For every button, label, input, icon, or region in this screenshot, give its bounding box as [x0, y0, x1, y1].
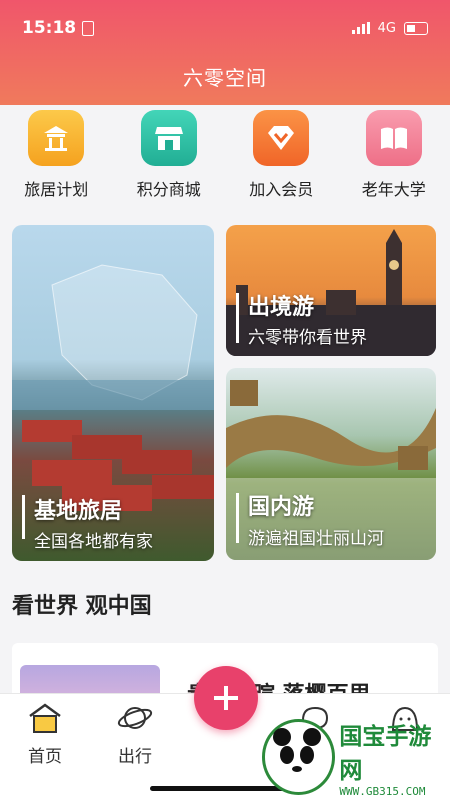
menu-label: 旅居计划: [24, 180, 89, 199]
signal-icon: [351, 22, 370, 34]
card-title: 基地旅居: [34, 499, 123, 524]
card-abroad-travel[interactable]: 出境游 六零带你看世界: [226, 225, 436, 356]
watermark-name: 国宝手游网: [339, 723, 432, 784]
book-icon: [365, 110, 422, 166]
menu-item-join-member[interactable]: 加入会员: [231, 110, 331, 210]
sim-icon: [82, 20, 95, 36]
tab-travel[interactable]: 出行: [100, 702, 170, 767]
menu-label: 积分商城: [136, 180, 201, 199]
card-subtitle: 六零带你看世界: [248, 328, 367, 348]
app-header: 15:18 4G 六零空间: [0, 0, 450, 105]
plus-icon: [214, 686, 238, 710]
battery-icon: [404, 21, 428, 35]
title-accent-bar: [236, 493, 239, 543]
planet-icon: [117, 707, 153, 729]
pavilion-icon: [28, 110, 85, 166]
menu-item-travel-plan[interactable]: 旅居计划: [6, 110, 106, 210]
title-accent-bar: [236, 293, 239, 343]
section-title: 看世界 观中国: [12, 594, 152, 619]
shop-icon: [140, 110, 197, 166]
title-accent-bar: [22, 495, 25, 539]
network-label: 4G: [377, 20, 396, 36]
status-right: 4G: [351, 20, 428, 36]
menu-item-points-mall[interactable]: 积分商城: [119, 110, 219, 210]
card-subtitle: 全国各地都有家: [34, 532, 153, 552]
quick-menu: 旅居计划 积分商城 加入会员 老年大学: [0, 110, 450, 210]
panda-logo-icon: [262, 719, 336, 795]
diamond-icon: [253, 110, 310, 166]
tab-label: 出行: [118, 747, 152, 767]
tab-home[interactable]: 首页: [10, 702, 80, 767]
watermark-url: WWW.GB315.COM: [339, 784, 426, 798]
card-domestic-travel[interactable]: 国内游 游遍祖国壮丽山河: [226, 368, 436, 560]
status-time: 15:18: [22, 18, 95, 38]
menu-label: 老年大学: [361, 180, 426, 199]
card-base-travel[interactable]: 基地旅居 全国各地都有家: [12, 225, 214, 561]
watermark: 国宝手游网 WWW.GB315.COM: [262, 714, 450, 800]
home-icon: [29, 703, 61, 733]
add-button[interactable]: [194, 666, 258, 730]
watermark-text: 国宝手游网 WWW.GB315.COM: [339, 717, 450, 798]
tab-label: 首页: [28, 747, 62, 767]
status-bar: 15:18 4G: [22, 14, 428, 42]
menu-item-senior-university[interactable]: 老年大学: [344, 110, 444, 210]
card-title: 国内游: [248, 495, 315, 520]
menu-label: 加入会员: [249, 180, 314, 199]
card-title: 出境游: [248, 295, 315, 320]
page-title: 六零空间: [183, 66, 267, 90]
card-subtitle: 游遍祖国壮丽山河: [248, 529, 384, 549]
